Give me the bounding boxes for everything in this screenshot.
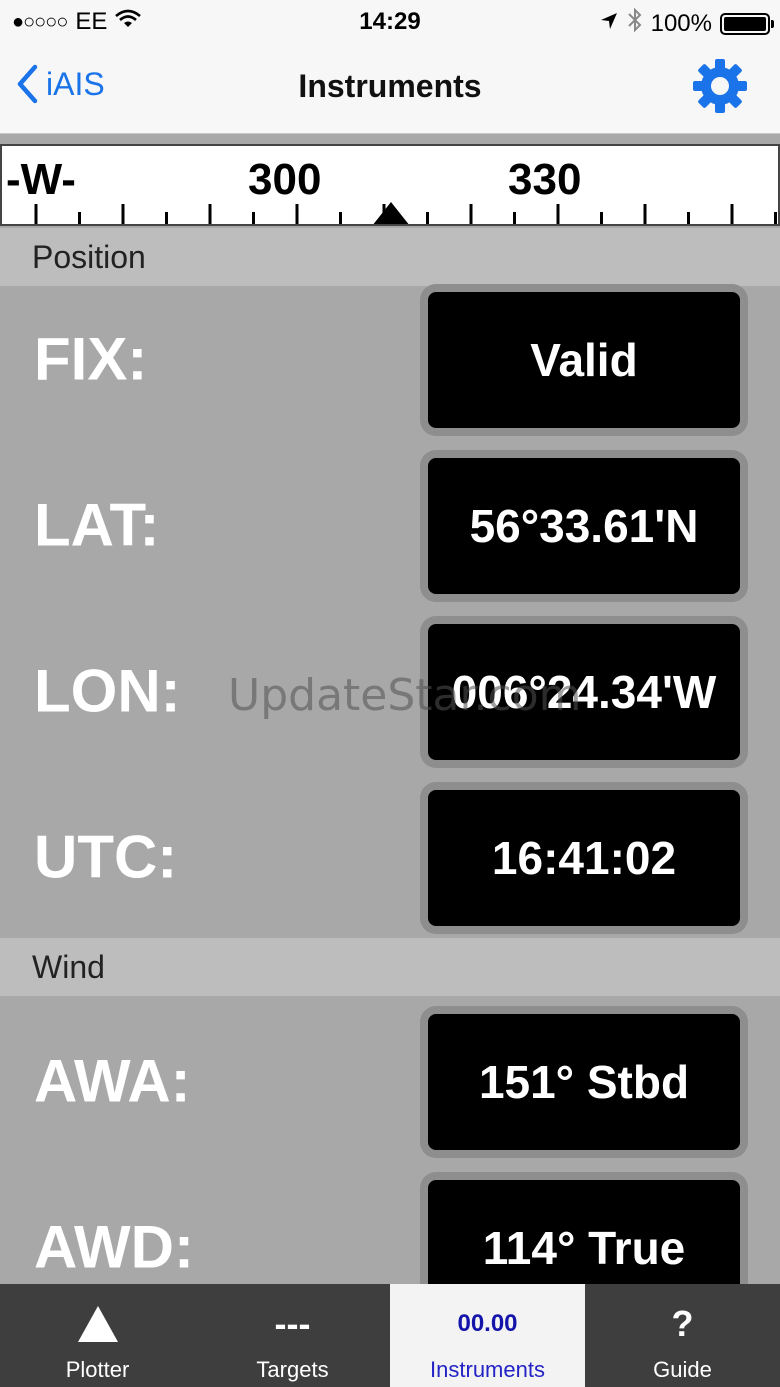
fix-value: Valid — [428, 292, 740, 428]
gear-icon — [693, 59, 747, 113]
tab-guide[interactable]: ? Guide — [585, 1284, 780, 1387]
row-utc: UTC: 16:41:02 — [0, 774, 780, 940]
row-lat: LAT: 56°33.61'N — [0, 442, 780, 608]
heading-pointer-icon — [373, 202, 409, 224]
triangle-icon — [0, 1302, 195, 1346]
awa-value: 151° Stbd — [428, 1014, 740, 1150]
status-bar: ●○○○○ EE 14:29 100% — [0, 0, 780, 42]
battery-icon — [720, 12, 774, 35]
settings-button[interactable] — [692, 58, 748, 114]
utc-value: 16:41:02 — [428, 790, 740, 926]
lon-value: 006°24.34'W — [428, 624, 740, 760]
row-awa: AWA: 151° Stbd — [0, 998, 780, 1164]
page-title: Instruments — [298, 68, 482, 104]
compass-tape: -W- 300 330 — [0, 144, 780, 226]
lon-label: LON: — [34, 657, 181, 725]
awd-label: AWD: — [34, 1213, 194, 1281]
lon-value-box[interactable]: 006°24.34'W — [420, 616, 748, 768]
fix-value-box[interactable]: Valid — [420, 284, 748, 436]
row-lon: LON: 006°24.34'W — [0, 608, 780, 774]
section-header-wind: Wind — [0, 938, 780, 996]
status-right: 100% — [599, 7, 774, 39]
awa-label: AWA: — [34, 1047, 191, 1115]
lat-label: LAT: — [34, 491, 160, 559]
compass-scale: -W- 300 330 — [6, 155, 777, 224]
lat-value: 56°33.61'N — [428, 458, 740, 594]
utc-value-box[interactable]: 16:41:02 — [420, 782, 748, 934]
utc-label: UTC: — [34, 823, 178, 891]
tab-bar: Plotter --- Targets 00.00 Instruments ? … — [0, 1284, 780, 1387]
tab-guide-label: Guide — [653, 1357, 712, 1382]
location-arrow-icon — [599, 10, 619, 38]
navigation-bar: iAIS Instruments — [0, 42, 780, 134]
row-fix: FIX: Valid — [0, 276, 780, 442]
tab-targets-label: Targets — [256, 1357, 329, 1382]
fix-label: FIX: — [34, 325, 148, 393]
compass-label-330: 330 — [508, 155, 581, 204]
tab-plotter-label: Plotter — [65, 1357, 130, 1382]
lat-value-box[interactable]: 56°33.61'N — [420, 450, 748, 602]
tab-plotter[interactable]: Plotter — [0, 1284, 195, 1387]
compass-label-300: 300 — [248, 155, 321, 204]
tab-instruments[interactable]: 00.00 Instruments — [390, 1284, 585, 1387]
tab-targets[interactable]: --- Targets — [195, 1284, 390, 1387]
bluetooth-icon — [627, 7, 643, 39]
dashes-icon: --- — [274, 1303, 311, 1344]
digits-icon: 00.00 — [457, 1310, 518, 1337]
question-mark-icon: ? — [671, 1303, 694, 1344]
awa-value-box[interactable]: 151° Stbd — [420, 1006, 748, 1158]
compass-label-west: -W- — [6, 155, 76, 204]
battery-percent: 100% — [650, 9, 712, 37]
tab-instruments-label: Instruments — [430, 1357, 545, 1382]
